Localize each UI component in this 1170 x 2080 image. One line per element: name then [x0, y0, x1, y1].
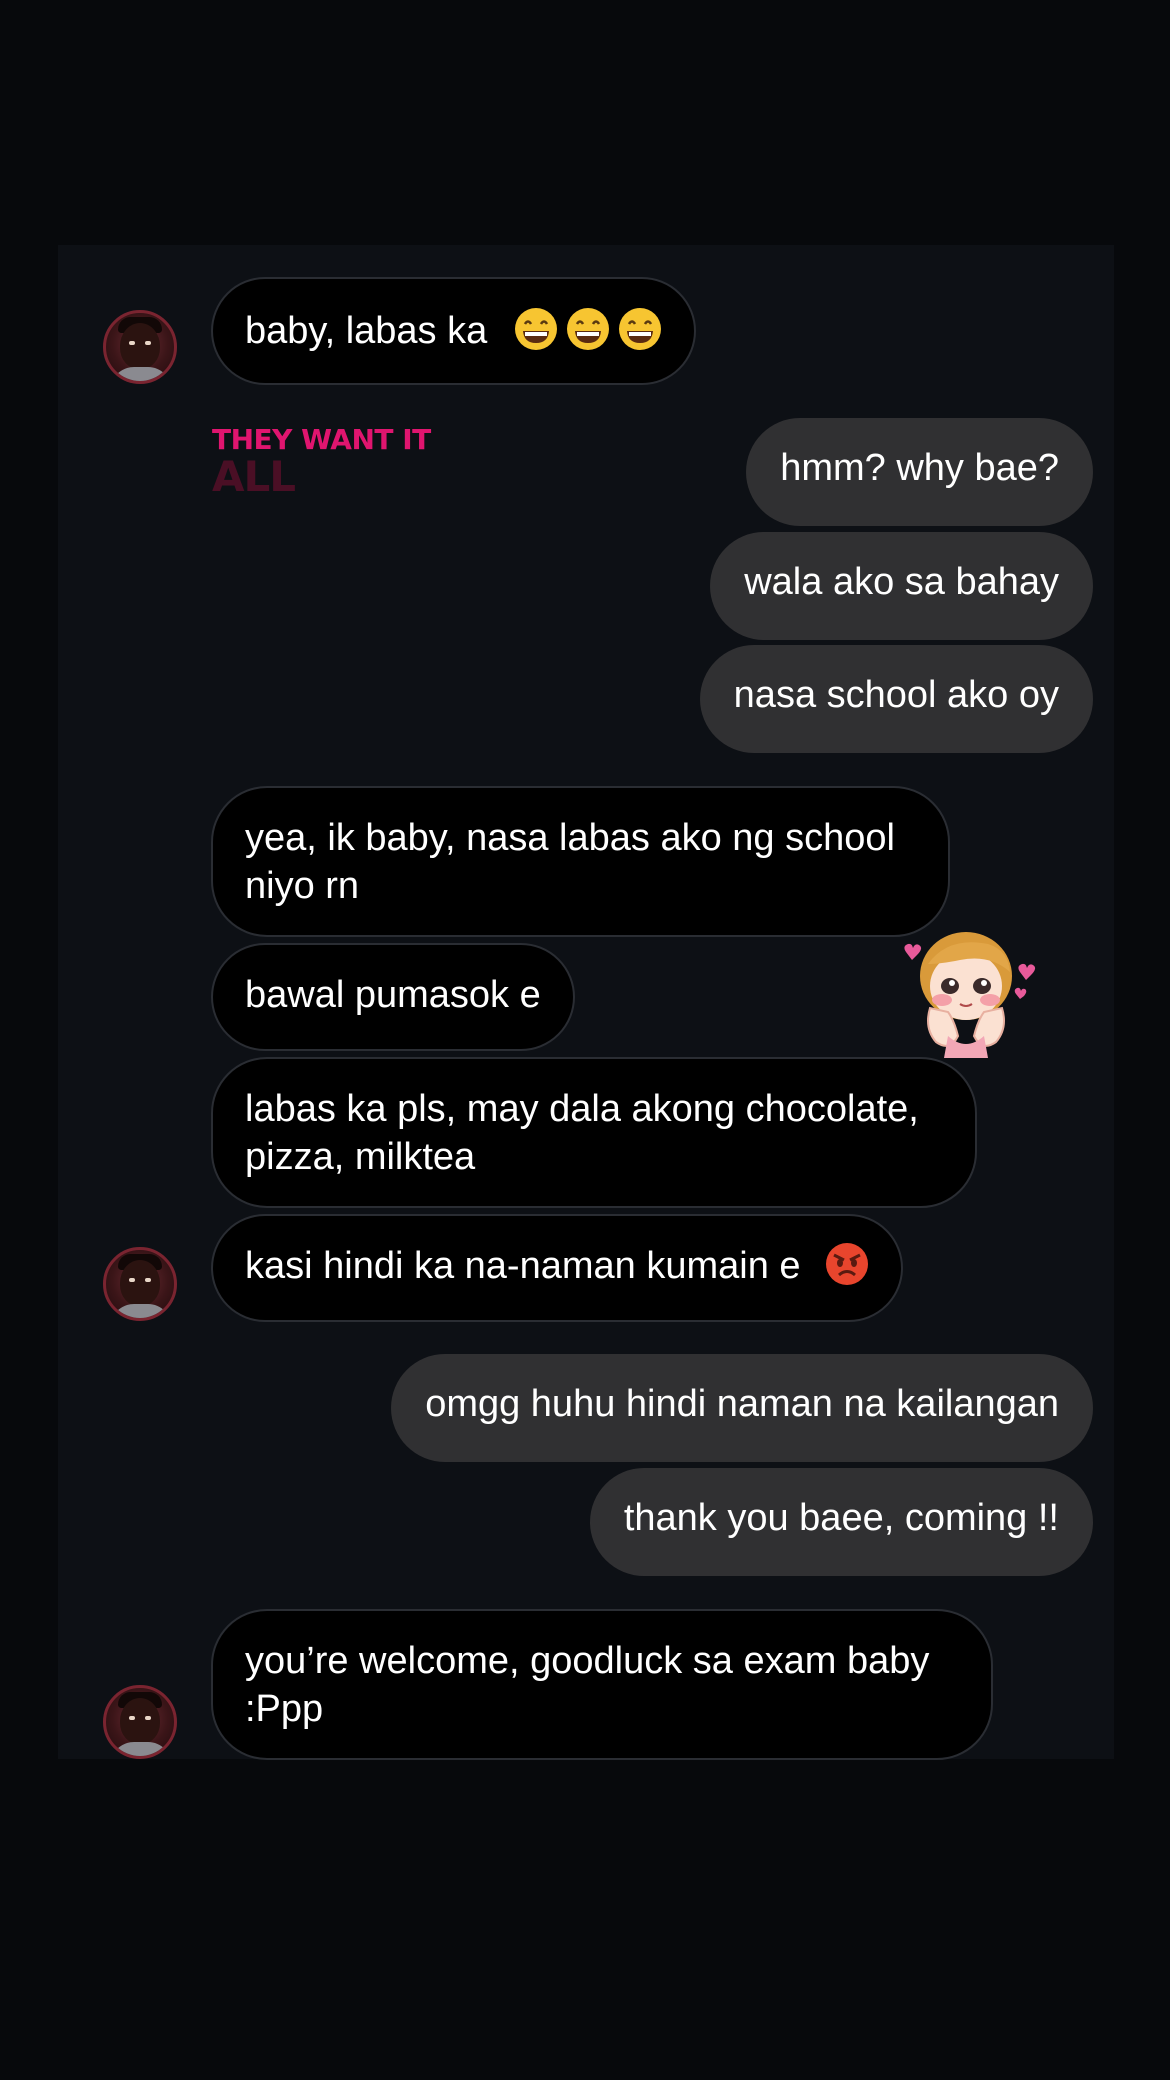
- screen: baby, labas ka THEY WANT IT ALL hmm? why…: [0, 0, 1170, 2080]
- blushing-girl-sticker-icon[interactable]: [898, 924, 1038, 1060]
- angry-face-icon: [826, 1243, 869, 1285]
- ad-logo[interactable]: THEY WANT IT ALL: [212, 426, 431, 498]
- outgoing-message[interactable]: nasa school ako oy: [699, 645, 1093, 753]
- message-text: kasi hindi ka na-naman kumain e: [245, 1245, 801, 1287]
- message-text: you’re welcome, goodluck sa exam baby :P…: [245, 1640, 930, 1730]
- sender-avatar[interactable]: [103, 310, 177, 384]
- message-text: baby, labas ka: [245, 310, 488, 352]
- incoming-message[interactable]: bawal pumasok e: [211, 943, 575, 1051]
- message-text: thank you baee, coming !!: [623, 1497, 1059, 1539]
- message-text: wala ako sa bahay: [744, 561, 1059, 603]
- sender-avatar[interactable]: [103, 1685, 177, 1759]
- outgoing-message[interactable]: wala ako sa bahay: [710, 532, 1093, 640]
- avatar-face: [120, 1698, 160, 1744]
- outgoing-message[interactable]: hmm? why bae?: [746, 418, 1093, 526]
- outgoing-message[interactable]: omgg huhu hindi naman na kailangan: [391, 1354, 1093, 1462]
- message-text: labas ka pls, may dala akong chocolate, …: [245, 1088, 919, 1178]
- incoming-message[interactable]: kasi hindi ka na-naman kumain e: [211, 1214, 904, 1322]
- ad-logo-line2: ALL: [212, 452, 296, 501]
- message-text: omgg huhu hindi naman na kailangan: [425, 1383, 1059, 1425]
- message-text: yea, ik baby, nasa labas ako ng school n…: [245, 817, 895, 907]
- outgoing-message[interactable]: thank you baee, coming !!: [589, 1468, 1093, 1576]
- incoming-message[interactable]: labas ka pls, may dala akong chocolate, …: [211, 1057, 977, 1208]
- message-text: hmm? why bae?: [780, 447, 1059, 489]
- message-text: nasa school ako oy: [733, 674, 1059, 716]
- grinning-face-icon: [514, 308, 557, 350]
- grinning-face-icon: [618, 308, 661, 350]
- incoming-message[interactable]: you’re welcome, goodluck sa exam baby :P…: [211, 1609, 993, 1760]
- message-text: bawal pumasok e: [245, 974, 541, 1016]
- avatar-face: [120, 323, 160, 369]
- sender-avatar[interactable]: [103, 1247, 177, 1321]
- avatar-face: [120, 1260, 160, 1306]
- incoming-message[interactable]: yea, ik baby, nasa labas ako ng school n…: [211, 786, 950, 937]
- ad-logo-line1: THEY WANT IT: [212, 423, 431, 456]
- grinning-face-icon: [566, 308, 609, 350]
- incoming-message[interactable]: baby, labas ka: [211, 277, 696, 385]
